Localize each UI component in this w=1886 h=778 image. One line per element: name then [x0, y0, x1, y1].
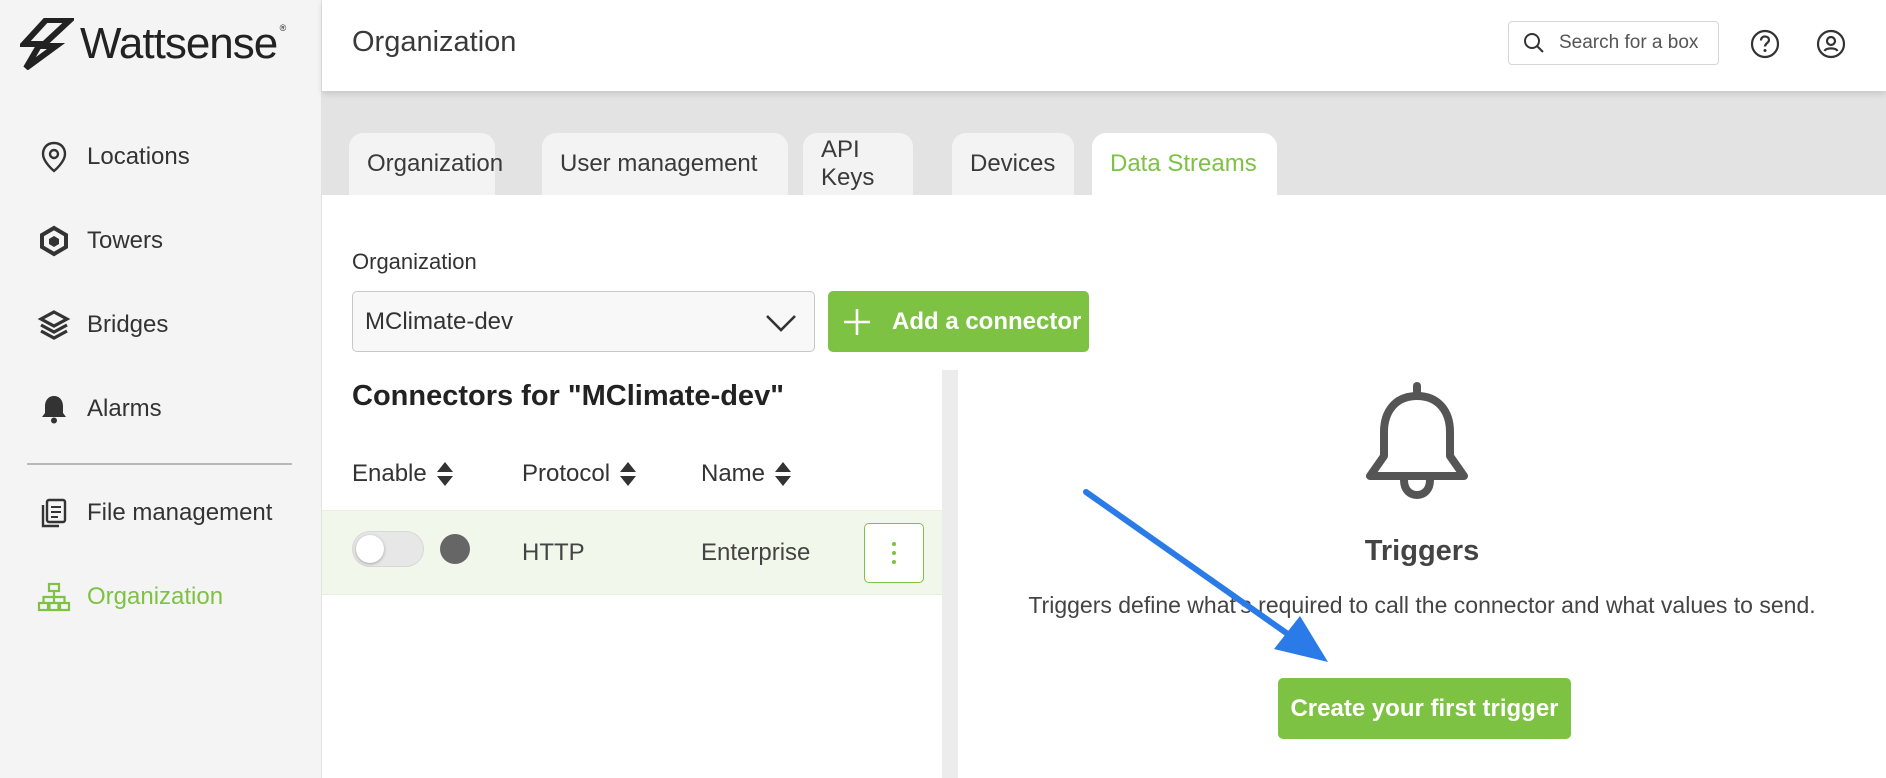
sidebar-item-alarms[interactable]: Alarms	[36, 387, 162, 431]
brand-name: Wattsense ®	[80, 19, 286, 68]
sort-icon	[775, 462, 792, 486]
tab-user-management[interactable]: User management	[542, 133, 788, 195]
row-actions-button[interactable]	[864, 523, 924, 583]
top-header: Organization	[322, 0, 1886, 91]
page-title: Organization	[352, 26, 517, 58]
search-box[interactable]	[1508, 21, 1719, 65]
sidebar-item-label: Alarms	[87, 395, 162, 422]
sidebar-divider	[27, 463, 292, 465]
sidebar-item-organization[interactable]: Organization	[36, 575, 223, 619]
search-input[interactable]	[1559, 32, 1709, 54]
bridges-icon	[36, 307, 72, 343]
status-indicator	[440, 534, 470, 564]
sidebar: Wattsense ® Locations Towers Bridges Alar…	[0, 0, 322, 778]
create-first-trigger-button[interactable]: Create your first trigger	[1278, 678, 1571, 739]
wattsense-logo[interactable]: Wattsense ®	[20, 18, 286, 70]
bell-icon	[36, 391, 72, 427]
connectors-panel: Connectors for "MClimate-dev" Enable Pro…	[322, 370, 942, 778]
sort-icon	[436, 462, 453, 486]
connectors-title: Connectors for "MClimate-dev"	[352, 380, 784, 412]
add-connector-label: Add a connector	[892, 307, 1082, 335]
sidebar-item-file-management[interactable]: File management	[36, 491, 272, 535]
enable-toggle[interactable]	[352, 531, 424, 567]
column-label: Name	[701, 460, 766, 487]
plus-icon	[844, 308, 870, 335]
organization-tree-icon	[36, 579, 72, 615]
sidebar-item-locations[interactable]: Locations	[36, 135, 190, 179]
help-icon	[1750, 29, 1780, 59]
search-icon	[1524, 33, 1544, 53]
annotation-arrow-icon	[1083, 489, 1328, 662]
column-label: Protocol	[522, 460, 611, 487]
bell-icon	[1366, 382, 1468, 500]
protocol-cell: HTTP	[522, 539, 585, 566]
organization-label: Organization	[352, 249, 477, 274]
kebab-dot	[892, 542, 896, 546]
tab-api-keys[interactable]: API Keys	[803, 133, 913, 195]
location-pin-icon	[36, 139, 72, 175]
towers-icon	[36, 223, 72, 259]
column-label: Enable	[352, 460, 427, 487]
organization-select[interactable]: MClimate-dev	[352, 291, 815, 352]
sidebar-item-label: File management	[87, 499, 273, 526]
column-header-enable[interactable]: Enable	[352, 460, 455, 488]
sidebar-item-label: Towers	[87, 227, 164, 254]
file-management-icon	[36, 495, 72, 531]
toggle-knob	[356, 535, 384, 563]
help-button[interactable]	[1749, 28, 1781, 60]
sidebar-item-label: Locations	[87, 143, 190, 170]
column-header-protocol[interactable]: Protocol	[522, 460, 638, 488]
wattsense-logo-icon	[20, 18, 74, 70]
sidebar-item-label: Organization	[87, 583, 224, 610]
add-connector-button[interactable]: Add a connector	[828, 291, 1089, 352]
sidebar-item-bridges[interactable]: Bridges	[36, 303, 168, 347]
tab-devices[interactable]: Devices	[952, 133, 1074, 195]
sort-icon	[620, 462, 637, 486]
column-header-name[interactable]: Name	[701, 460, 793, 488]
kebab-dot	[892, 560, 896, 564]
main-content: Organization MClimate-dev Add a connecto…	[322, 195, 1886, 778]
table-row: HTTP Enterprise	[322, 510, 942, 595]
tab-organization[interactable]: Organization	[349, 133, 503, 195]
user-account-icon	[1816, 29, 1846, 59]
kebab-dot	[892, 551, 896, 555]
tab-bar: Organization User management API Keys De…	[322, 91, 1886, 195]
organization-select-value: MClimate-dev	[365, 307, 514, 335]
sidebar-item-towers[interactable]: Towers	[36, 219, 163, 263]
tab-data-streams[interactable]: Data Streams	[1092, 133, 1277, 195]
name-cell: Enterprise	[701, 539, 811, 566]
chevron-down-icon	[766, 315, 796, 332]
user-account-button[interactable]	[1815, 28, 1847, 60]
sidebar-item-label: Bridges	[87, 311, 169, 338]
panel-divider	[942, 370, 958, 778]
